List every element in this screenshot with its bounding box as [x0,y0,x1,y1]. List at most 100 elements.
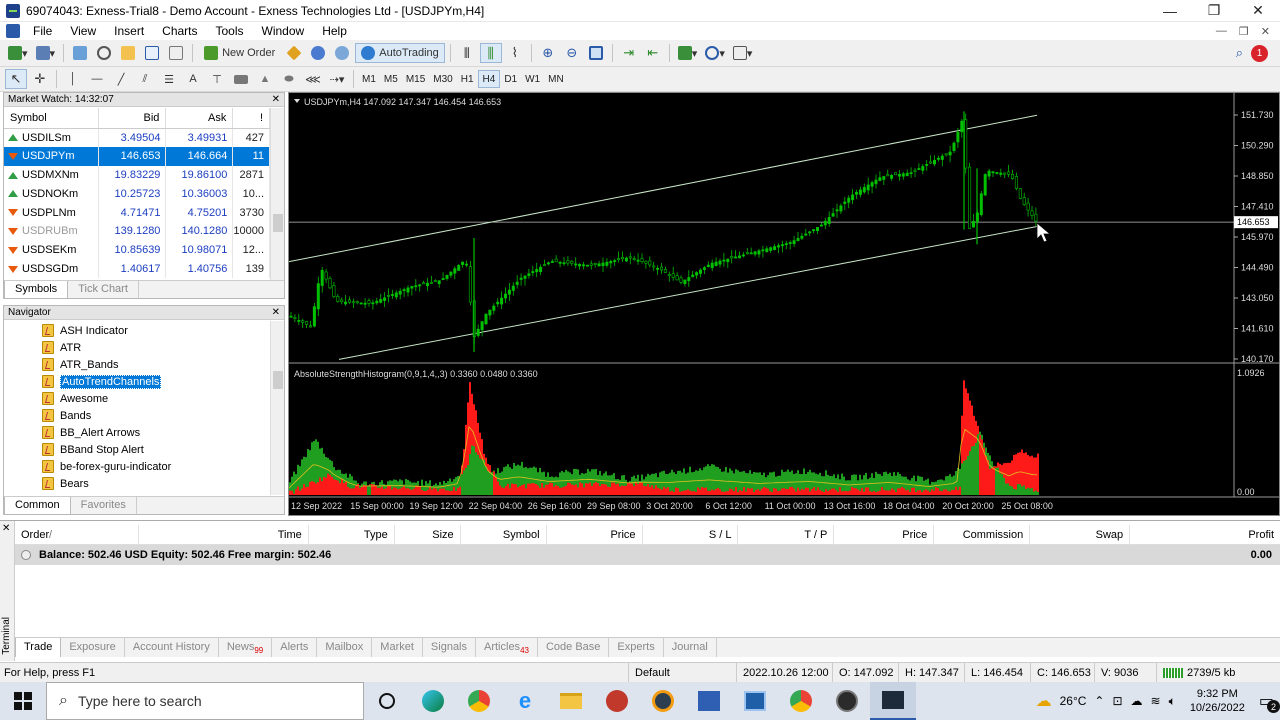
rectangle-button[interactable] [230,69,252,89]
autotrading-button[interactable]: AutoTrading [355,43,445,63]
wifi-icon[interactable]: ≋ [1151,694,1161,708]
maximize-button[interactable]: ❐ [1192,2,1236,19]
balance-row[interactable]: Balance: 502.46 USD Equity: 502.46 Free … [15,545,1280,565]
col-bid[interactable]: Bid [98,108,167,129]
menu-window[interactable]: Window [253,24,314,38]
tab-tick-chart[interactable]: Tick Chart [68,281,139,298]
indicators-button[interactable]: ▾ [675,43,701,63]
navigator-item[interactable]: AutoTrendChannels [4,373,270,390]
navigator-button[interactable] [117,43,139,63]
timeframe-m5[interactable]: M5 [380,70,402,88]
candlestick-button[interactable]: ⫼ [479,43,502,63]
taskbar-search[interactable]: ⌕ Type here to search [46,682,364,720]
mdi-minimize-icon[interactable]: — [1216,25,1227,38]
signals-button[interactable] [331,43,353,63]
notification-badge[interactable]: 1 [1251,44,1268,62]
navigator-close-icon[interactable]: ✕ [272,307,280,318]
col-profit[interactable]: Profit [1130,525,1280,545]
col-tp[interactable]: T / P [738,524,835,545]
col-price[interactable]: Price [547,524,643,545]
weather-temp[interactable]: 26°C [1060,694,1087,708]
timeframe-h4[interactable]: H4 [477,70,501,88]
vertical-line-button[interactable]: │ [62,69,84,89]
terminal-tab[interactable]: Trade [15,638,62,657]
terminal-tab[interactable]: Mailbox [317,638,373,657]
search-icon[interactable]: ⌕ [1236,45,1243,61]
data-window-button[interactable] [93,43,115,63]
navigator-item[interactable]: Bears [4,475,270,492]
chart-canvas[interactable]: 151.730 150.290 148.850 147.410 145.970 144.4… [289,93,1279,515]
trendline-button[interactable]: ╱ [110,69,132,89]
terminal-tab[interactable]: Market [372,638,423,657]
timeframe-h1[interactable]: H1 [457,70,478,88]
market-watch-row[interactable]: USDJPYm 146.653 146.664 11 [4,146,270,166]
minimize-button[interactable]: — [1148,3,1192,19]
app-button-1[interactable] [594,682,640,720]
tab-symbols[interactable]: Symbols [4,281,69,298]
market-watch-row[interactable]: USDNOKm 10.25723 10.36003 10... [4,184,270,204]
new-order-button[interactable]: New Order [198,43,281,63]
obs-button[interactable] [824,682,870,720]
task-view-button[interactable] [364,682,410,720]
col-time[interactable]: Time [139,524,309,545]
new-chart-button[interactable]: ▾ [5,43,31,63]
arrows-button[interactable]: ⇢▾ [326,69,348,89]
navigator-item[interactable]: Bands [4,407,270,424]
terminal-close-icon[interactable]: ✕ [2,523,10,534]
tray-chevron-icon[interactable]: ⌃ [1094,694,1104,708]
ellipse-button[interactable]: ⬬ [278,69,300,89]
timeframe-m15[interactable]: M15 [402,70,429,88]
close-button[interactable]: ✕ [1236,2,1280,19]
menu-charts[interactable]: Charts [153,24,206,38]
taskbar-clock[interactable]: 9:32 PM 10/26/2022 [1184,687,1251,715]
timeframe-mn[interactable]: MN [544,70,568,88]
fibonacci-button[interactable]: ☰ [158,69,180,89]
terminal-button[interactable] [141,43,163,63]
navigator-item[interactable]: BB_Alert Arrows [4,424,270,441]
line-chart-button[interactable]: ⌇ [504,43,526,63]
start-button[interactable] [0,682,46,720]
menu-view[interactable]: View [61,24,105,38]
andrews-pitchfork-button[interactable]: ⋘ [302,69,324,89]
community-button[interactable] [307,43,329,63]
market-watch-row[interactable]: USDMXNm 19.83229 19.86100 2871 [4,165,270,185]
col-spread[interactable]: ! [232,108,270,129]
market-watch-row[interactable]: USDSEKm 10.85639 10.98071 12... [4,240,270,260]
market-watch-row[interactable]: USDRUBm 139.1280 140.1280 10000 [4,221,270,241]
col-price-current[interactable]: Price [834,524,935,545]
timeframe-m30[interactable]: M30 [429,70,456,88]
zoom-out-button[interactable]: ⊖ [561,43,583,63]
profiles-button[interactable]: ▾ [33,43,59,63]
col-order[interactable]: Order [15,525,49,545]
menu-help[interactable]: Help [313,24,356,38]
navigator-scrollbar[interactable] [270,321,284,495]
menu-file[interactable]: File [24,24,61,38]
periods-button[interactable]: ▾ [702,43,728,63]
terminal-tab[interactable]: Alerts [272,638,318,657]
strategy-tester-button[interactable] [165,43,187,63]
mdi-close-icon[interactable]: ✕ [1261,25,1270,38]
tab-common[interactable]: Common [4,497,71,514]
bar-chart-button[interactable]: ⫴ [456,43,478,63]
chart-menu-arrow-icon[interactable] [294,99,300,103]
status-profile[interactable]: Default [628,662,736,683]
mdi-restore-icon[interactable]: ❐ [1239,25,1249,38]
action-center-icon[interactable]: ▭ 2 [1259,691,1280,713]
cursor-button[interactable]: ↖ [5,69,27,89]
terminal-tab[interactable]: Journal [664,638,717,657]
col-ask[interactable]: Ask [165,108,234,129]
templates-button[interactable]: ▾ [730,43,756,63]
text-button[interactable]: A [182,69,204,89]
col-symbol-trade[interactable]: Symbol [461,524,547,545]
market-watch-scrollbar[interactable] [270,108,284,280]
terminal-tab[interactable]: Code Base [538,638,610,657]
terminal-tab[interactable]: Exposure [61,638,125,657]
network-icon[interactable]: ⊡ [1112,694,1122,708]
app-button-3[interactable] [686,682,732,720]
navigator-item[interactable]: Awesome [4,390,270,407]
market-watch-close-icon[interactable]: ✕ [272,94,280,105]
zoom-in-button[interactable]: ⊕ [537,43,559,63]
channel-button[interactable]: ⫽ [134,69,156,89]
col-symbol[interactable]: Symbol [4,108,100,129]
terminal-tab[interactable]: Articles43 [476,638,538,657]
